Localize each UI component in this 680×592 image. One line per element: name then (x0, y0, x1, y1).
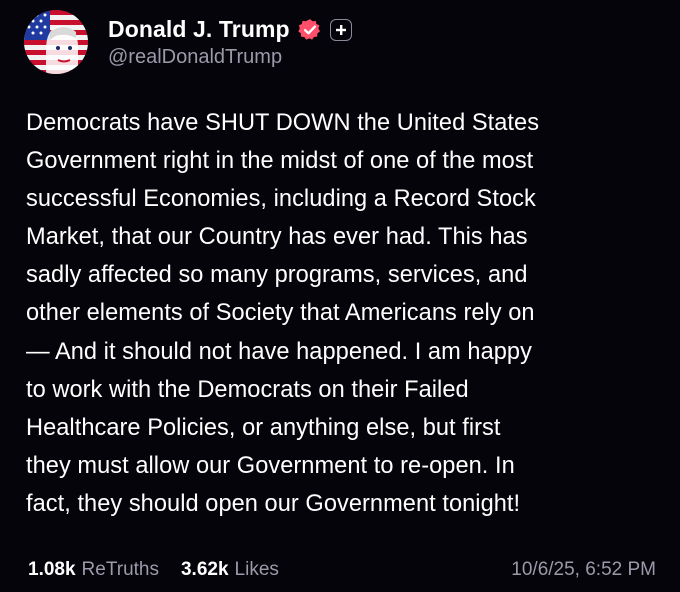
post-body: Democrats have SHUT DOWN the United Stat… (26, 104, 666, 523)
author-identity: Donald J. Trump @realDonaldTrump (108, 16, 352, 69)
post-header: Donald J. Trump @realDonaldTrump (24, 10, 352, 74)
post-footer: 1.08k ReTruths 3.62k Likes 10/6/25, 6:52… (28, 557, 656, 583)
follow-button[interactable] (329, 18, 352, 41)
post-body-line: fact, they should open our Government to… (26, 490, 521, 517)
likes-count: 3.62k (180, 559, 229, 580)
truth-post: Donald J. Trump @realDonaldTrump Democra… (0, 0, 680, 592)
post-body-line: to work with the Democrats on their Fail… (26, 376, 469, 403)
retruths-label: ReTruths (81, 559, 159, 580)
verified-badge-icon (298, 18, 322, 42)
author-display-name[interactable]: Donald J. Trump (108, 16, 290, 43)
avatar-image (24, 10, 88, 74)
post-body-line: Government right in the midst of one of … (26, 148, 534, 175)
post-body-line: Democrats have SHUT DOWN the United Stat… (26, 110, 540, 136)
name-row: Donald J. Trump (108, 16, 352, 44)
retruths-stat[interactable]: 1.08k ReTruths (28, 559, 159, 581)
post-body-line: they must allow our Government to re-ope… (26, 452, 515, 479)
post-body-line: successful Economies, including a Record… (26, 186, 536, 213)
likes-label: Likes (234, 559, 279, 580)
post-timestamp[interactable]: 10/6/25, 6:52 PM (511, 559, 656, 581)
plus-icon (335, 24, 346, 35)
profile-avatar[interactable] (24, 10, 88, 74)
post-body-line: Market, that our Country has ever had. T… (26, 224, 528, 251)
post-body-line: other elements of Society that Americans… (26, 300, 535, 327)
author-handle[interactable]: @realDonaldTrump (108, 46, 352, 69)
post-body-line: — And it should not have happened. I am … (26, 338, 532, 365)
retruths-count: 1.08k (28, 559, 76, 580)
post-body-line: Healthcare Policies, or anything else, b… (26, 414, 501, 441)
likes-stat[interactable]: 3.62k Likes (181, 559, 279, 581)
post-body-line: sadly affected so many programs, service… (26, 262, 528, 289)
